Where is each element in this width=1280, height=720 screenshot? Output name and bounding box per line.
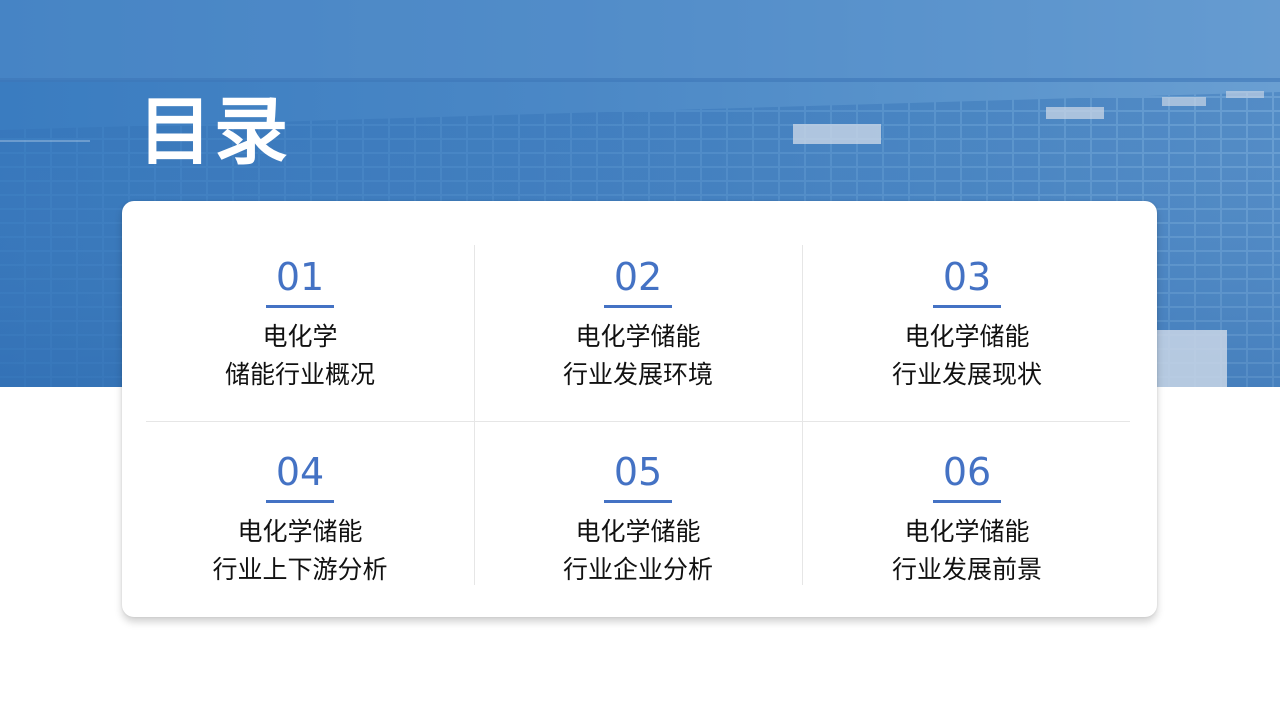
section-title-line2: 行业发展现状 [891,360,1042,389]
toc-item-06[interactable]: 06 电化学储能 行业发展前景 [817,450,1117,589]
row-divider [146,421,1130,422]
section-title-line1: 电化学储能 [575,517,701,546]
section-title-line2: 储能行业概况 [224,360,375,389]
number-underline [604,305,672,308]
number-underline [604,500,672,503]
column-divider-2 [802,245,803,585]
toc-card: 01 电化学 储能行业概况 02 电化学储能 行业发展环境 03 电化学储能 行… [122,201,1157,617]
section-number: 02 [613,255,663,299]
section-title-line2: 行业上下游分析 [212,555,388,584]
section-title-line1: 电化学储能 [237,517,363,546]
toc-item-05[interactable]: 05 电化学储能 行业企业分析 [488,450,788,589]
number-underline [933,500,1001,503]
toc-item-03[interactable]: 03 电化学储能 行业发展现状 [817,255,1117,394]
section-title-line2: 行业发展环境 [562,360,713,389]
section-title-line1: 电化学 [262,322,338,351]
section-number: 01 [275,255,325,299]
toc-item-02[interactable]: 02 电化学储能 行业发展环境 [488,255,788,394]
section-number: 06 [942,450,992,494]
section-title-line2: 行业企业分析 [562,555,713,584]
section-title-line1: 电化学储能 [575,322,701,351]
number-underline [933,305,1001,308]
toc-item-01[interactable]: 01 电化学 储能行业概况 [150,255,450,394]
toc-item-04[interactable]: 04 电化学储能 行业上下游分析 [150,450,450,589]
section-number: 03 [942,255,992,299]
section-number: 05 [613,450,663,494]
column-divider-1 [474,245,475,585]
section-title-line1: 电化学储能 [904,322,1030,351]
section-title-line2: 行业发展前景 [891,555,1042,584]
section-title-line1: 电化学储能 [904,517,1030,546]
number-underline [266,500,334,503]
page-title: 目录 [138,89,290,175]
number-underline [266,305,334,308]
section-number: 04 [275,450,325,494]
